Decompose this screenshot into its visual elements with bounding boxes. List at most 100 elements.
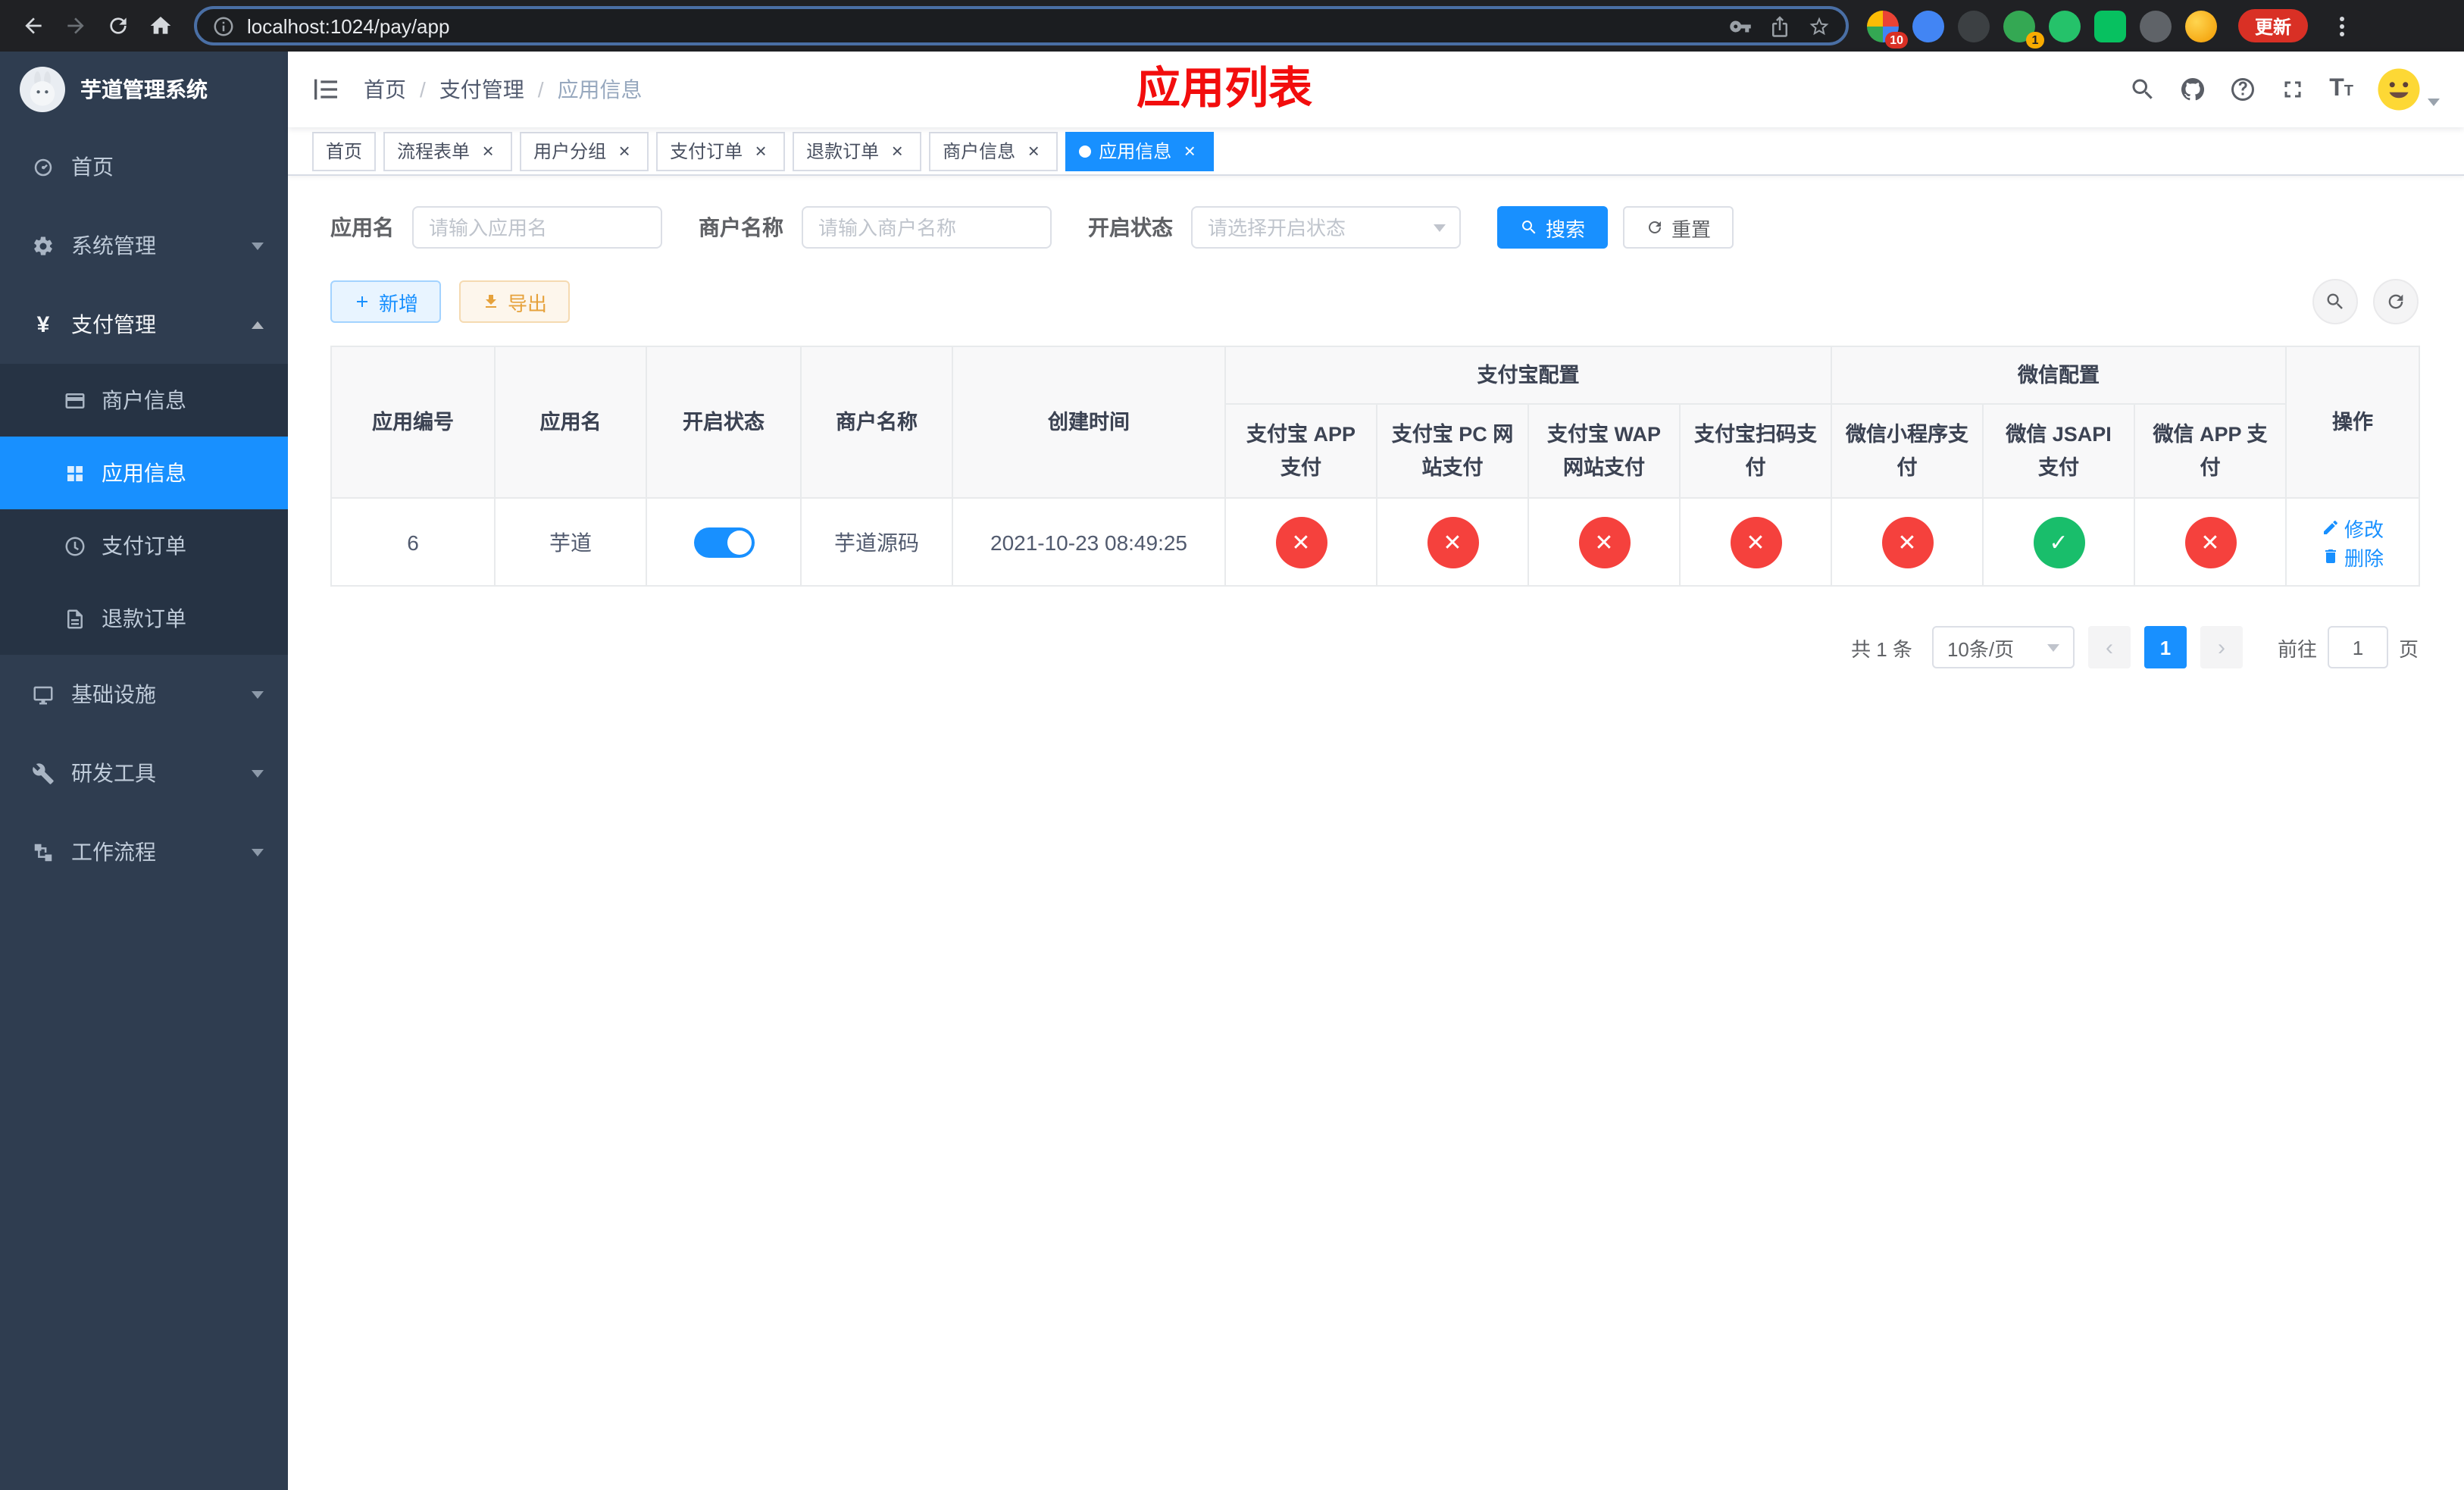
reset-button[interactable]: 重置 xyxy=(1623,206,1734,249)
tab-close-icon[interactable]: × xyxy=(477,140,499,161)
profile-avatar-icon[interactable] xyxy=(2185,10,2217,42)
font-size-icon[interactable]: TT xyxy=(2329,77,2353,102)
status-select-input[interactable] xyxy=(1191,206,1461,249)
sidebar-item-payment-orders[interactable]: 支付订单 xyxy=(0,509,288,582)
tab-close-icon[interactable]: × xyxy=(1179,140,1200,161)
yen-icon: ¥ xyxy=(36,311,50,337)
merchant-name-label: 商户名称 xyxy=(699,215,783,239)
breadcrumb-current: 应用信息 xyxy=(557,77,643,102)
extension-icon-7[interactable] xyxy=(2140,10,2172,42)
prev-page-button[interactable]: ‹ xyxy=(2087,626,2131,669)
cell-wechat-mini: ✕ xyxy=(1831,497,1984,587)
browser-back-button[interactable] xyxy=(12,5,55,47)
page-size-select[interactable]: 10条/页 xyxy=(1931,626,2075,669)
sidebar-item-label: 退款订单 xyxy=(102,606,186,631)
cell-alipay-qr: ✕ xyxy=(1679,497,1832,587)
sidebar-item-merchant-info[interactable]: 商户信息 xyxy=(0,364,288,437)
next-page-button[interactable]: › xyxy=(2200,626,2243,669)
col-app-id: 应用编号 xyxy=(330,345,496,499)
app-name-input[interactable] xyxy=(412,206,662,249)
breadcrumb-home[interactable]: 首页 xyxy=(364,74,406,105)
chevron-down-icon xyxy=(252,848,264,856)
password-key-icon[interactable] xyxy=(1729,14,1752,37)
sidebar-item-infrastructure[interactable]: 基础设施 xyxy=(0,655,288,734)
browser-reload-button[interactable] xyxy=(97,5,139,47)
tab-refund-orders[interactable]: 退款订单 × xyxy=(793,131,922,171)
tab-close-icon[interactable]: × xyxy=(750,140,771,161)
sidebar-toggle-button[interactable] xyxy=(288,52,364,127)
add-button[interactable]: 新增 xyxy=(330,280,442,323)
help-icon[interactable] xyxy=(2229,76,2256,103)
extension-icon-4[interactable]: 1 xyxy=(2003,10,2044,48)
tab-home[interactable]: 首页 xyxy=(312,131,377,171)
status-switch[interactable] xyxy=(693,527,754,558)
status-disabled-icon: ✕ xyxy=(1730,516,1781,568)
tab-app-info-active[interactable]: 应用信息 × xyxy=(1065,131,1215,171)
status-label: 开启状态 xyxy=(1088,215,1173,239)
tab-process-form[interactable]: 流程表单 × xyxy=(383,131,513,171)
tab-user-group[interactable]: 用户分组 × xyxy=(520,131,649,171)
app-name-label: 应用名 xyxy=(330,215,394,239)
tab-merchant-info[interactable]: 商户信息 × xyxy=(929,131,1058,171)
sidebar-item-refund-orders[interactable]: 退款订单 xyxy=(0,582,288,655)
sidebar-item-system[interactable]: 系统管理 xyxy=(0,206,288,285)
extension-icon-1[interactable]: 10 xyxy=(1867,10,1908,48)
chrome-update-button[interactable]: 更新 xyxy=(2238,9,2309,42)
status-select[interactable] xyxy=(1191,206,1461,249)
page-number-1[interactable]: 1 xyxy=(2143,626,2187,669)
app-logo[interactable]: 芋道管理系统 xyxy=(0,52,288,127)
sidebar-item-dev-tools[interactable]: 研发工具 xyxy=(0,734,288,812)
bookmark-star-icon[interactable] xyxy=(1808,14,1831,37)
caret-down-icon xyxy=(2428,99,2440,106)
extension-icon-3[interactable] xyxy=(1958,10,1990,42)
fullscreen-icon[interactable] xyxy=(2279,76,2306,103)
tab-close-icon[interactable]: × xyxy=(614,140,635,161)
page-size-value: 10条/页 xyxy=(1946,637,2015,661)
sidebar-item-workflow[interactable]: 工作流程 xyxy=(0,812,288,891)
extension-icon-2[interactable] xyxy=(1912,10,1944,42)
share-icon[interactable] xyxy=(1768,14,1791,37)
toggle-search-button[interactable] xyxy=(2312,279,2358,324)
forward-arrow-icon xyxy=(67,17,84,34)
trash-icon xyxy=(2325,549,2336,564)
sidebar-item-label: 基础设施 xyxy=(71,682,156,706)
sidebar-item-home[interactable]: 首页 xyxy=(0,127,288,206)
cell-app-id: 6 xyxy=(330,497,496,587)
address-bar[interactable]: localhost:1024/pay/app xyxy=(194,6,1849,45)
url-text[interactable]: localhost:1024/pay/app xyxy=(247,14,449,37)
goto-page-input[interactable] xyxy=(2327,626,2388,669)
site-info-icon[interactable] xyxy=(212,14,235,37)
app-title: 芋道管理系统 xyxy=(80,77,208,102)
github-icon[interactable] xyxy=(2179,76,2206,103)
grid-icon xyxy=(67,465,83,480)
browser-home-button[interactable] xyxy=(139,5,182,47)
col-group-wechat: 微信配置 xyxy=(1830,346,2287,405)
search-button[interactable]: 搜索 xyxy=(1497,206,1609,249)
browser-menu-icon[interactable] xyxy=(2328,8,2355,44)
tab-payment-orders[interactable]: 支付订单 × xyxy=(656,131,786,171)
breadcrumb-payment[interactable]: 支付管理 xyxy=(439,74,524,105)
tab-close-icon[interactable]: × xyxy=(1023,140,1044,161)
sidebar-item-payment[interactable]: ¥ 支付管理 xyxy=(0,285,288,364)
search-icon[interactable] xyxy=(2129,76,2156,103)
col-wechat-jsapi: 微信 JSAPI 支付 xyxy=(1982,402,2135,499)
extension-icon-6[interactable] xyxy=(2094,10,2126,42)
emoji-avatar-icon xyxy=(2378,68,2420,111)
col-alipay-wap: 支付宝 WAP 网站支付 xyxy=(1527,402,1681,499)
tags-view-bar: 首页 流程表单 × 用户分组 × 支付订单 × 退款订单 × 商户信息 × 应用信息 × xyxy=(288,127,2464,176)
merchant-name-input[interactable] xyxy=(802,206,1052,249)
wrench-icon xyxy=(33,762,54,784)
extension-icon-5[interactable] xyxy=(2049,10,2081,42)
col-group-alipay: 支付宝配置 xyxy=(1224,346,1832,405)
reload-icon xyxy=(110,17,127,34)
logo-avatar xyxy=(20,67,65,112)
app-window: 芋道管理系统 首页 系统管理 ¥ 支付管理 商户信息 应用信息 支付订单 退款订… xyxy=(0,52,2464,1490)
delete-link[interactable]: 删除 xyxy=(2322,542,2384,571)
sidebar-item-app-info[interactable]: 应用信息 xyxy=(0,437,288,509)
user-menu[interactable] xyxy=(2376,67,2440,112)
tab-close-icon[interactable]: × xyxy=(886,140,908,161)
export-button[interactable]: 导出 xyxy=(459,280,571,323)
browser-forward-button[interactable] xyxy=(55,5,97,47)
refresh-table-button[interactable] xyxy=(2373,279,2419,324)
edit-link[interactable]: 修改 xyxy=(2322,513,2384,542)
